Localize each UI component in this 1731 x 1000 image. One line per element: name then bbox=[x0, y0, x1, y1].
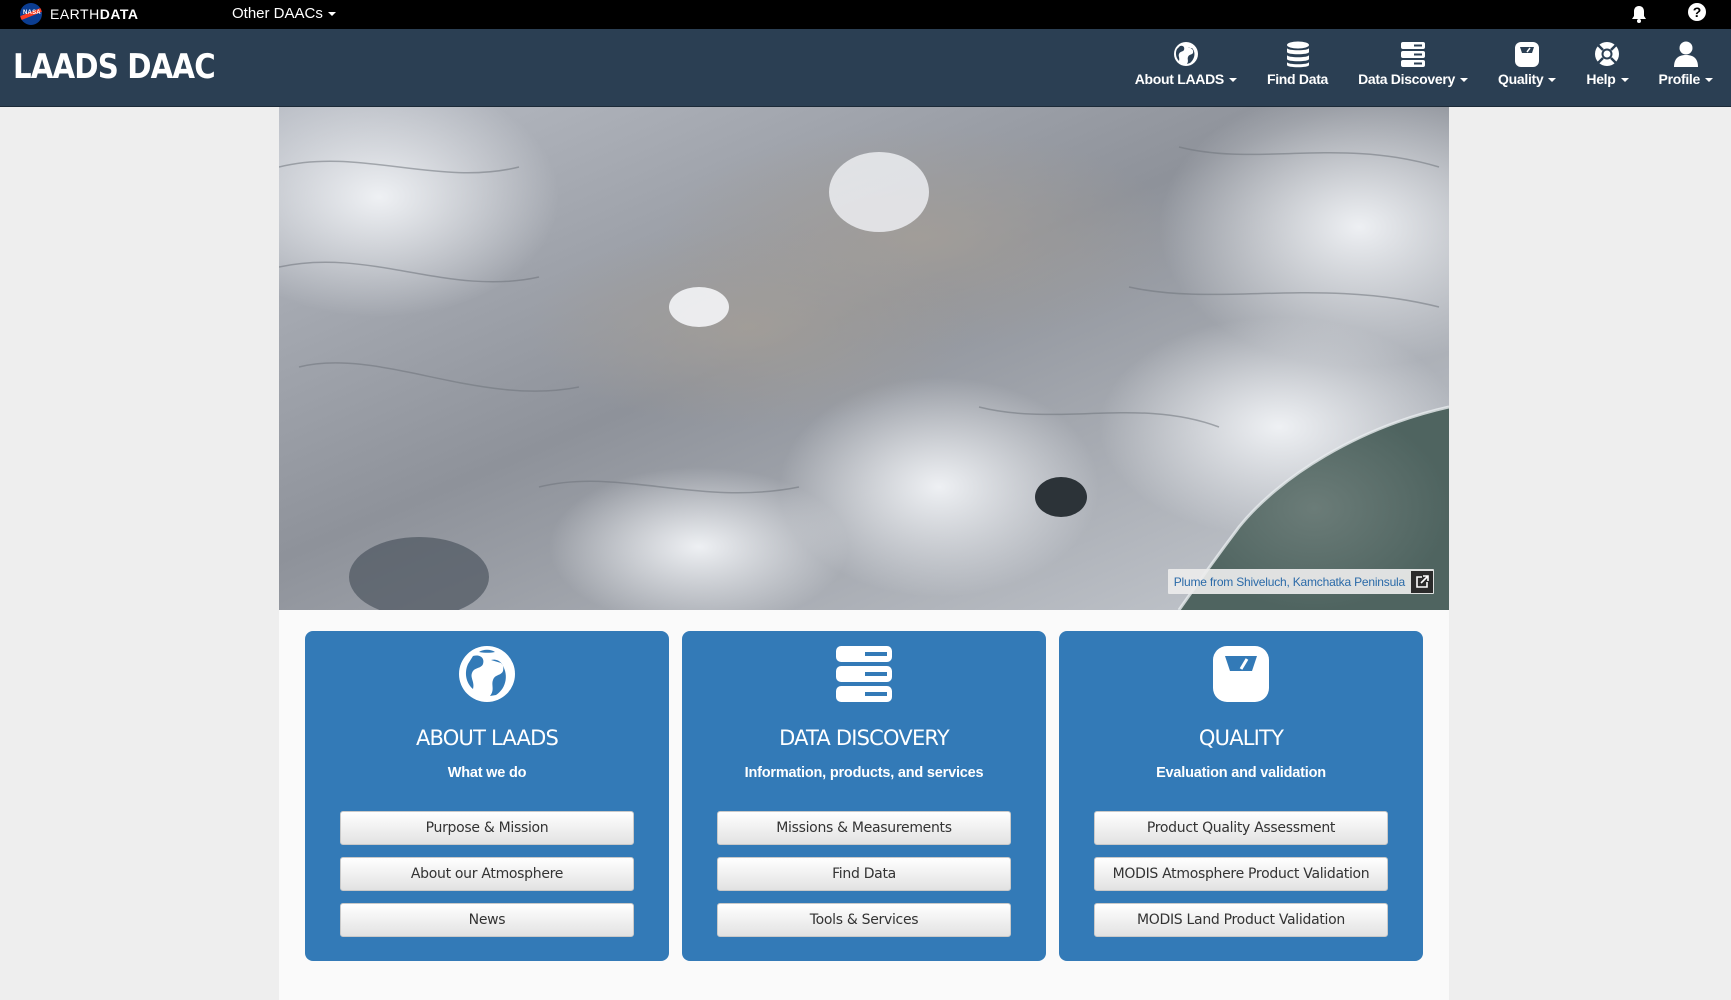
purpose-mission-button[interactable]: Purpose & Mission bbox=[340, 811, 634, 845]
image-caption: Plume from Shiveluch, Kamchatka Peninsul… bbox=[1167, 569, 1434, 594]
card-title: ABOUT LAADS bbox=[415, 726, 559, 750]
nav-help[interactable]: Help bbox=[1586, 39, 1629, 87]
find-data-button[interactable]: Find Data bbox=[717, 857, 1011, 891]
nav-profile[interactable]: Profile bbox=[1659, 39, 1713, 87]
hero-satellite-image: Plume from Shiveluch, Kamchatka Peninsul… bbox=[279, 107, 1449, 610]
nasa-logo-icon: NASA bbox=[20, 3, 42, 25]
earthdata-brand: EARTHDATA bbox=[50, 6, 139, 22]
chevron-down-icon bbox=[1228, 78, 1237, 83]
tools-services-button[interactable]: Tools & Services bbox=[717, 903, 1011, 937]
card-data-discovery: DATA DISCOVERY Information, products, an… bbox=[682, 631, 1046, 961]
site-title[interactable]: LAADS DAAC bbox=[13, 47, 216, 87]
main-content: Plume from Shiveluch, Kamchatka Peninsul… bbox=[279, 107, 1449, 1000]
nav-quality[interactable]: Quality bbox=[1498, 39, 1557, 87]
scale-icon bbox=[1515, 42, 1540, 67]
caption-link[interactable]: Plume from Shiveluch, Kamchatka Peninsul… bbox=[1174, 575, 1405, 589]
chevron-down-icon bbox=[1460, 78, 1469, 83]
globe-icon bbox=[459, 646, 515, 702]
product-quality-assessment-button[interactable]: Product Quality Assessment bbox=[1094, 811, 1388, 845]
modis-atmosphere-validation-button[interactable]: MODIS Atmosphere Product Validation bbox=[1094, 857, 1388, 891]
globe-icon bbox=[1173, 42, 1198, 66]
earthdata-top-bar: NASA EARTHDATA Other DAACs ? bbox=[0, 0, 1731, 29]
card-about-laads: ABOUT LAADS What we do Purpose & Mission… bbox=[305, 631, 669, 961]
missions-measurements-button[interactable]: Missions & Measurements bbox=[717, 811, 1011, 845]
card-subtitle: Information, products, and services bbox=[744, 765, 984, 781]
site-header: LAADS DAAC About LAADS Find Data Data Di… bbox=[0, 29, 1731, 107]
user-icon bbox=[1673, 41, 1698, 67]
chevron-down-icon bbox=[1705, 78, 1713, 83]
server-icon bbox=[1401, 42, 1426, 67]
card-subtitle: Evaluation and validation bbox=[1156, 765, 1326, 781]
database-icon bbox=[1286, 41, 1309, 68]
card-quality: QUALITY Evaluation and validation Produc… bbox=[1059, 631, 1423, 961]
modis-land-validation-button[interactable]: MODIS Land Product Validation bbox=[1094, 903, 1388, 937]
nav-data-discovery[interactable]: Data Discovery bbox=[1358, 39, 1469, 87]
earthdata-logo[interactable]: NASA EARTHDATA bbox=[20, 3, 139, 25]
bell-icon[interactable] bbox=[1629, 4, 1649, 24]
chevron-down-icon bbox=[1620, 78, 1629, 83]
feature-cards: ABOUT LAADS What we do Purpose & Mission… bbox=[305, 631, 1423, 961]
other-daacs-dropdown[interactable]: Other DAACs bbox=[232, 5, 336, 22]
server-icon bbox=[836, 646, 892, 702]
external-link-icon[interactable] bbox=[1411, 570, 1433, 593]
card-title: DATA DISCOVERY bbox=[779, 726, 950, 750]
chevron-down-icon bbox=[1548, 78, 1557, 83]
help-icon[interactable]: ? bbox=[1688, 3, 1706, 21]
about-atmosphere-button[interactable]: About our Atmosphere bbox=[340, 857, 634, 891]
satellite-image bbox=[279, 107, 1449, 610]
lifebuoy-icon bbox=[1595, 42, 1620, 66]
nav-find-data[interactable]: Find Data bbox=[1267, 39, 1328, 87]
news-button[interactable]: News bbox=[340, 903, 634, 937]
nav-about-laads[interactable]: About LAADS bbox=[1135, 39, 1237, 87]
chevron-down-icon bbox=[327, 12, 336, 17]
card-subtitle: What we do bbox=[447, 765, 527, 781]
scale-icon bbox=[1213, 646, 1269, 702]
card-title: QUALITY bbox=[1198, 726, 1284, 750]
main-nav: About LAADS Find Data Data Discovery Qua… bbox=[1105, 39, 1713, 87]
